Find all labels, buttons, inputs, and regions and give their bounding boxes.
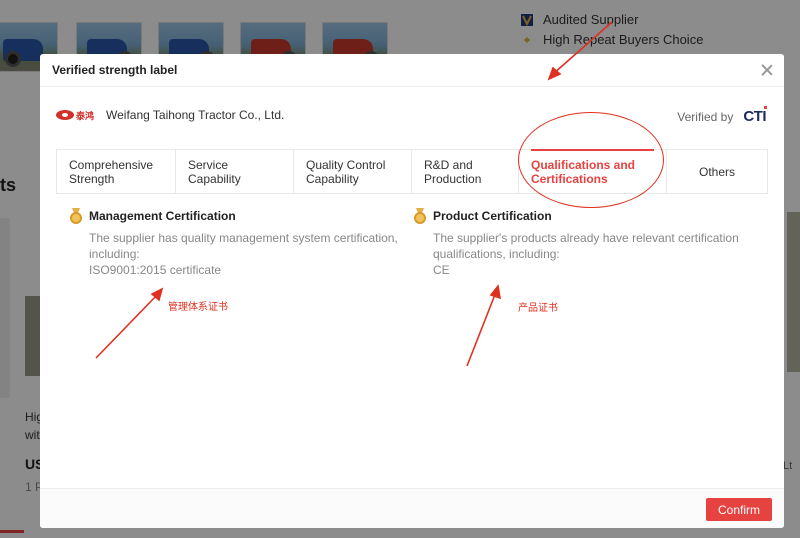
arrow-annotation — [552, 21, 613, 75]
arrow-head — [489, 284, 502, 300]
annotation-arrows — [95, 21, 613, 367]
arrow-annotation — [95, 293, 159, 359]
arrow-annotation — [466, 291, 497, 367]
